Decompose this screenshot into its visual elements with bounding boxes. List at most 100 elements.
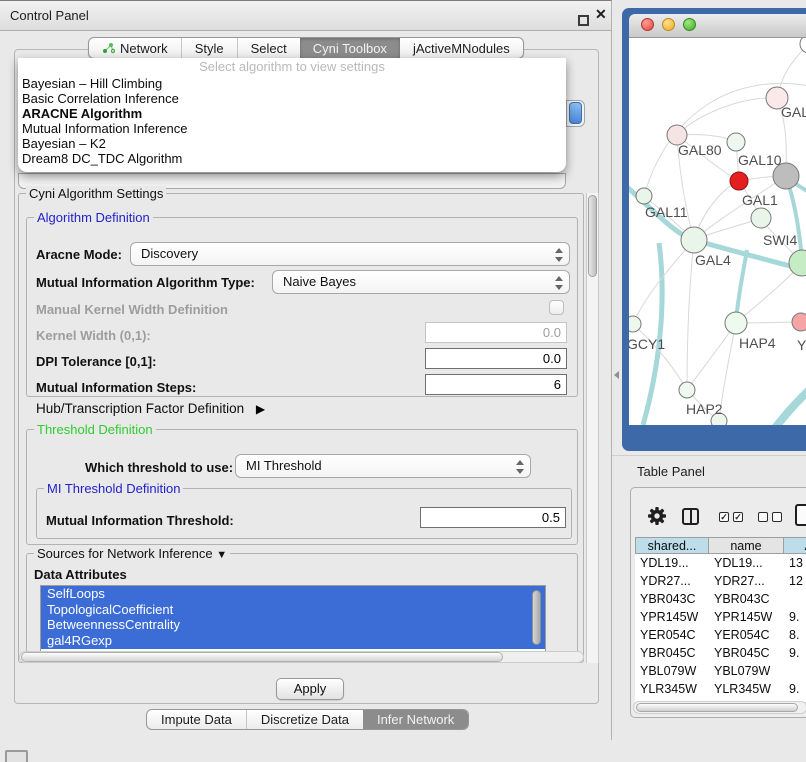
table-row[interactable]: YBR045C YBR045C 9. (635, 644, 806, 662)
list-item[interactable]: TopologicalCoefficient (41, 602, 545, 618)
tab-infer-network[interactable]: Infer Network (363, 710, 468, 729)
network-node-gal10[interactable] (727, 133, 745, 151)
mi-threshold-field[interactable] (420, 507, 566, 528)
minimized-panel-icon[interactable] (5, 750, 28, 762)
zoom-traffic-light[interactable] (683, 18, 696, 31)
cell[interactable]: YBR045C (709, 644, 784, 662)
tab-cyni-toolbox[interactable]: Cyni Toolbox (300, 38, 400, 58)
cell[interactable]: 9. (784, 608, 806, 626)
dropdown-item[interactable]: Bayesian – Hill Climbing (18, 76, 566, 91)
cell[interactable]: YDL19... (709, 554, 784, 572)
disclosure-open-icon[interactable]: ▼ (216, 549, 227, 561)
list-scrollbar-thumb[interactable] (532, 590, 541, 645)
cell[interactable]: YER054C (635, 626, 709, 644)
tab-impute-data[interactable]: Impute Data (147, 710, 246, 729)
list-item[interactable]: gal4RGexp (41, 633, 545, 649)
network-node-selected-red[interactable] (730, 172, 748, 190)
data-attributes-listbox[interactable]: SelfLoops TopologicalCoefficient Between… (40, 585, 546, 652)
network-view-window[interactable]: GAL GAL80 GAL10 GAL1 GAL11 GAL4 SWI4 GCY… (622, 8, 806, 451)
column-header[interactable]: name (709, 537, 784, 554)
mi-algorithm-type-combobox[interactable]: Naive Bayes (272, 270, 570, 294)
cell[interactable]: 12 (784, 572, 806, 590)
deselect-all-columns-icon[interactable] (758, 512, 782, 522)
tab-network[interactable]: Network (89, 38, 181, 58)
mi-steps-field[interactable] (425, 374, 567, 395)
dropdown-item[interactable]: Mutual Information Inference (18, 121, 566, 136)
settings-horizontal-scrollbar[interactable] (19, 651, 584, 663)
disclosure-closed-icon[interactable]: ▶ (256, 402, 265, 416)
network-node[interactable] (800, 38, 806, 53)
network-node-gcy1[interactable] (629, 316, 641, 332)
column-header[interactable]: shared... (635, 537, 709, 554)
network-node-gal1[interactable] (751, 208, 771, 228)
tab-jactivemnodules[interactable]: jActiveMNodules (400, 38, 523, 58)
table-row[interactable]: YER054C YER054C 8. (635, 626, 806, 644)
settings-vertical-scrollbar[interactable] (586, 193, 599, 663)
apply-button[interactable]: Apply (276, 678, 344, 700)
aracne-mode-combobox[interactable]: Discovery (130, 242, 570, 266)
cell[interactable]: 9. (784, 680, 806, 698)
cell[interactable]: YPR145W (709, 608, 784, 626)
network-node[interactable] (636, 188, 652, 204)
cell[interactable] (784, 590, 806, 608)
svg-text:GAL1: GAL1 (742, 192, 778, 208)
splitter-collapse-arrow[interactable] (614, 371, 619, 379)
manual-kernel-width-checkbox[interactable] (549, 300, 564, 315)
cell[interactable]: 9. (784, 644, 806, 662)
cell[interactable]: YBR043C (635, 590, 709, 608)
cell[interactable]: YLR345W (709, 680, 784, 698)
gear-icon[interactable] (648, 507, 666, 525)
tab-style[interactable]: Style (181, 38, 237, 58)
dropdown-item[interactable]: Dream8 DC_TDC Algorithm (18, 151, 566, 166)
close-icon[interactable]: ✕ (595, 6, 607, 23)
network-canvas[interactable]: GAL GAL80 GAL10 GAL1 GAL11 GAL4 SWI4 GCY… (629, 38, 806, 425)
tab-discretize-data[interactable]: Discretize Data (246, 710, 363, 729)
hub-transcription-factor-section[interactable]: Hub/Transcription Factor Definition ▶ (36, 401, 265, 416)
cell[interactable]: YDL19... (635, 554, 709, 572)
cell[interactable]: YDR27... (709, 572, 784, 590)
cell[interactable]: YBR045C (635, 644, 709, 662)
cell[interactable]: YDR27... (635, 572, 709, 590)
dropdown-item-selected[interactable]: ARACNE Algorithm (18, 106, 566, 121)
network-node[interactable] (792, 313, 806, 331)
list-item[interactable]: SelfLoops (41, 586, 545, 602)
list-item[interactable]: BetweennessCentrality (41, 617, 545, 633)
table-row[interactable]: YBL079W YBL079W (635, 662, 806, 680)
float-window-icon[interactable] (578, 15, 589, 26)
cell[interactable]: YPR145W (635, 608, 709, 626)
close-traffic-light[interactable] (641, 18, 654, 31)
kernel-width-field[interactable] (425, 322, 567, 343)
cell[interactable]: YBL079W (635, 662, 709, 680)
dropdown-item[interactable]: Bayesian – K2 (18, 136, 566, 151)
cell[interactable]: YER054C (709, 626, 784, 644)
new-column-icon[interactable] (795, 504, 806, 526)
network-window-titlebar[interactable] (629, 14, 806, 38)
cell[interactable]: YBR043C (709, 590, 784, 608)
network-node-gal4[interactable] (681, 227, 707, 253)
scrollbar-thumb[interactable] (21, 652, 503, 662)
minimize-traffic-light[interactable] (662, 18, 675, 31)
cell[interactable]: YBL079W (709, 662, 784, 680)
cell[interactable]: YLR345W (635, 680, 709, 698)
cell[interactable]: 13 (784, 554, 806, 572)
network-node-hap4[interactable] (725, 312, 747, 334)
split-view-icon[interactable] (682, 508, 699, 525)
scrollbar-thumb[interactable] (636, 703, 798, 712)
column-header[interactable]: A... (784, 537, 806, 554)
select-all-columns-icon[interactable]: ✓ ✓ (719, 512, 743, 522)
table-row[interactable]: YPR145W YPR145W 9. (635, 608, 806, 626)
dropdown-item[interactable]: Basic Correlation Inference (18, 91, 566, 106)
cell[interactable]: 8. (784, 626, 806, 644)
which-threshold-combobox[interactable]: MI Threshold (235, 454, 531, 478)
cell[interactable] (784, 662, 806, 680)
network-node[interactable] (789, 250, 806, 276)
table-row[interactable]: YLR345W YLR345W 9. (635, 680, 806, 698)
network-node-hap2[interactable] (679, 382, 695, 398)
scrollbar-thumb[interactable] (588, 195, 597, 277)
table-row[interactable]: YDL19... YDL19... 13 (635, 554, 806, 572)
table-row[interactable]: YBR043C YBR043C (635, 590, 806, 608)
dpi-tolerance-field[interactable] (425, 348, 567, 369)
tab-select[interactable]: Select (237, 38, 300, 58)
table-row[interactable]: YDR27... YDR27... 12 (635, 572, 806, 590)
table-horizontal-scrollbar[interactable] (633, 701, 806, 714)
